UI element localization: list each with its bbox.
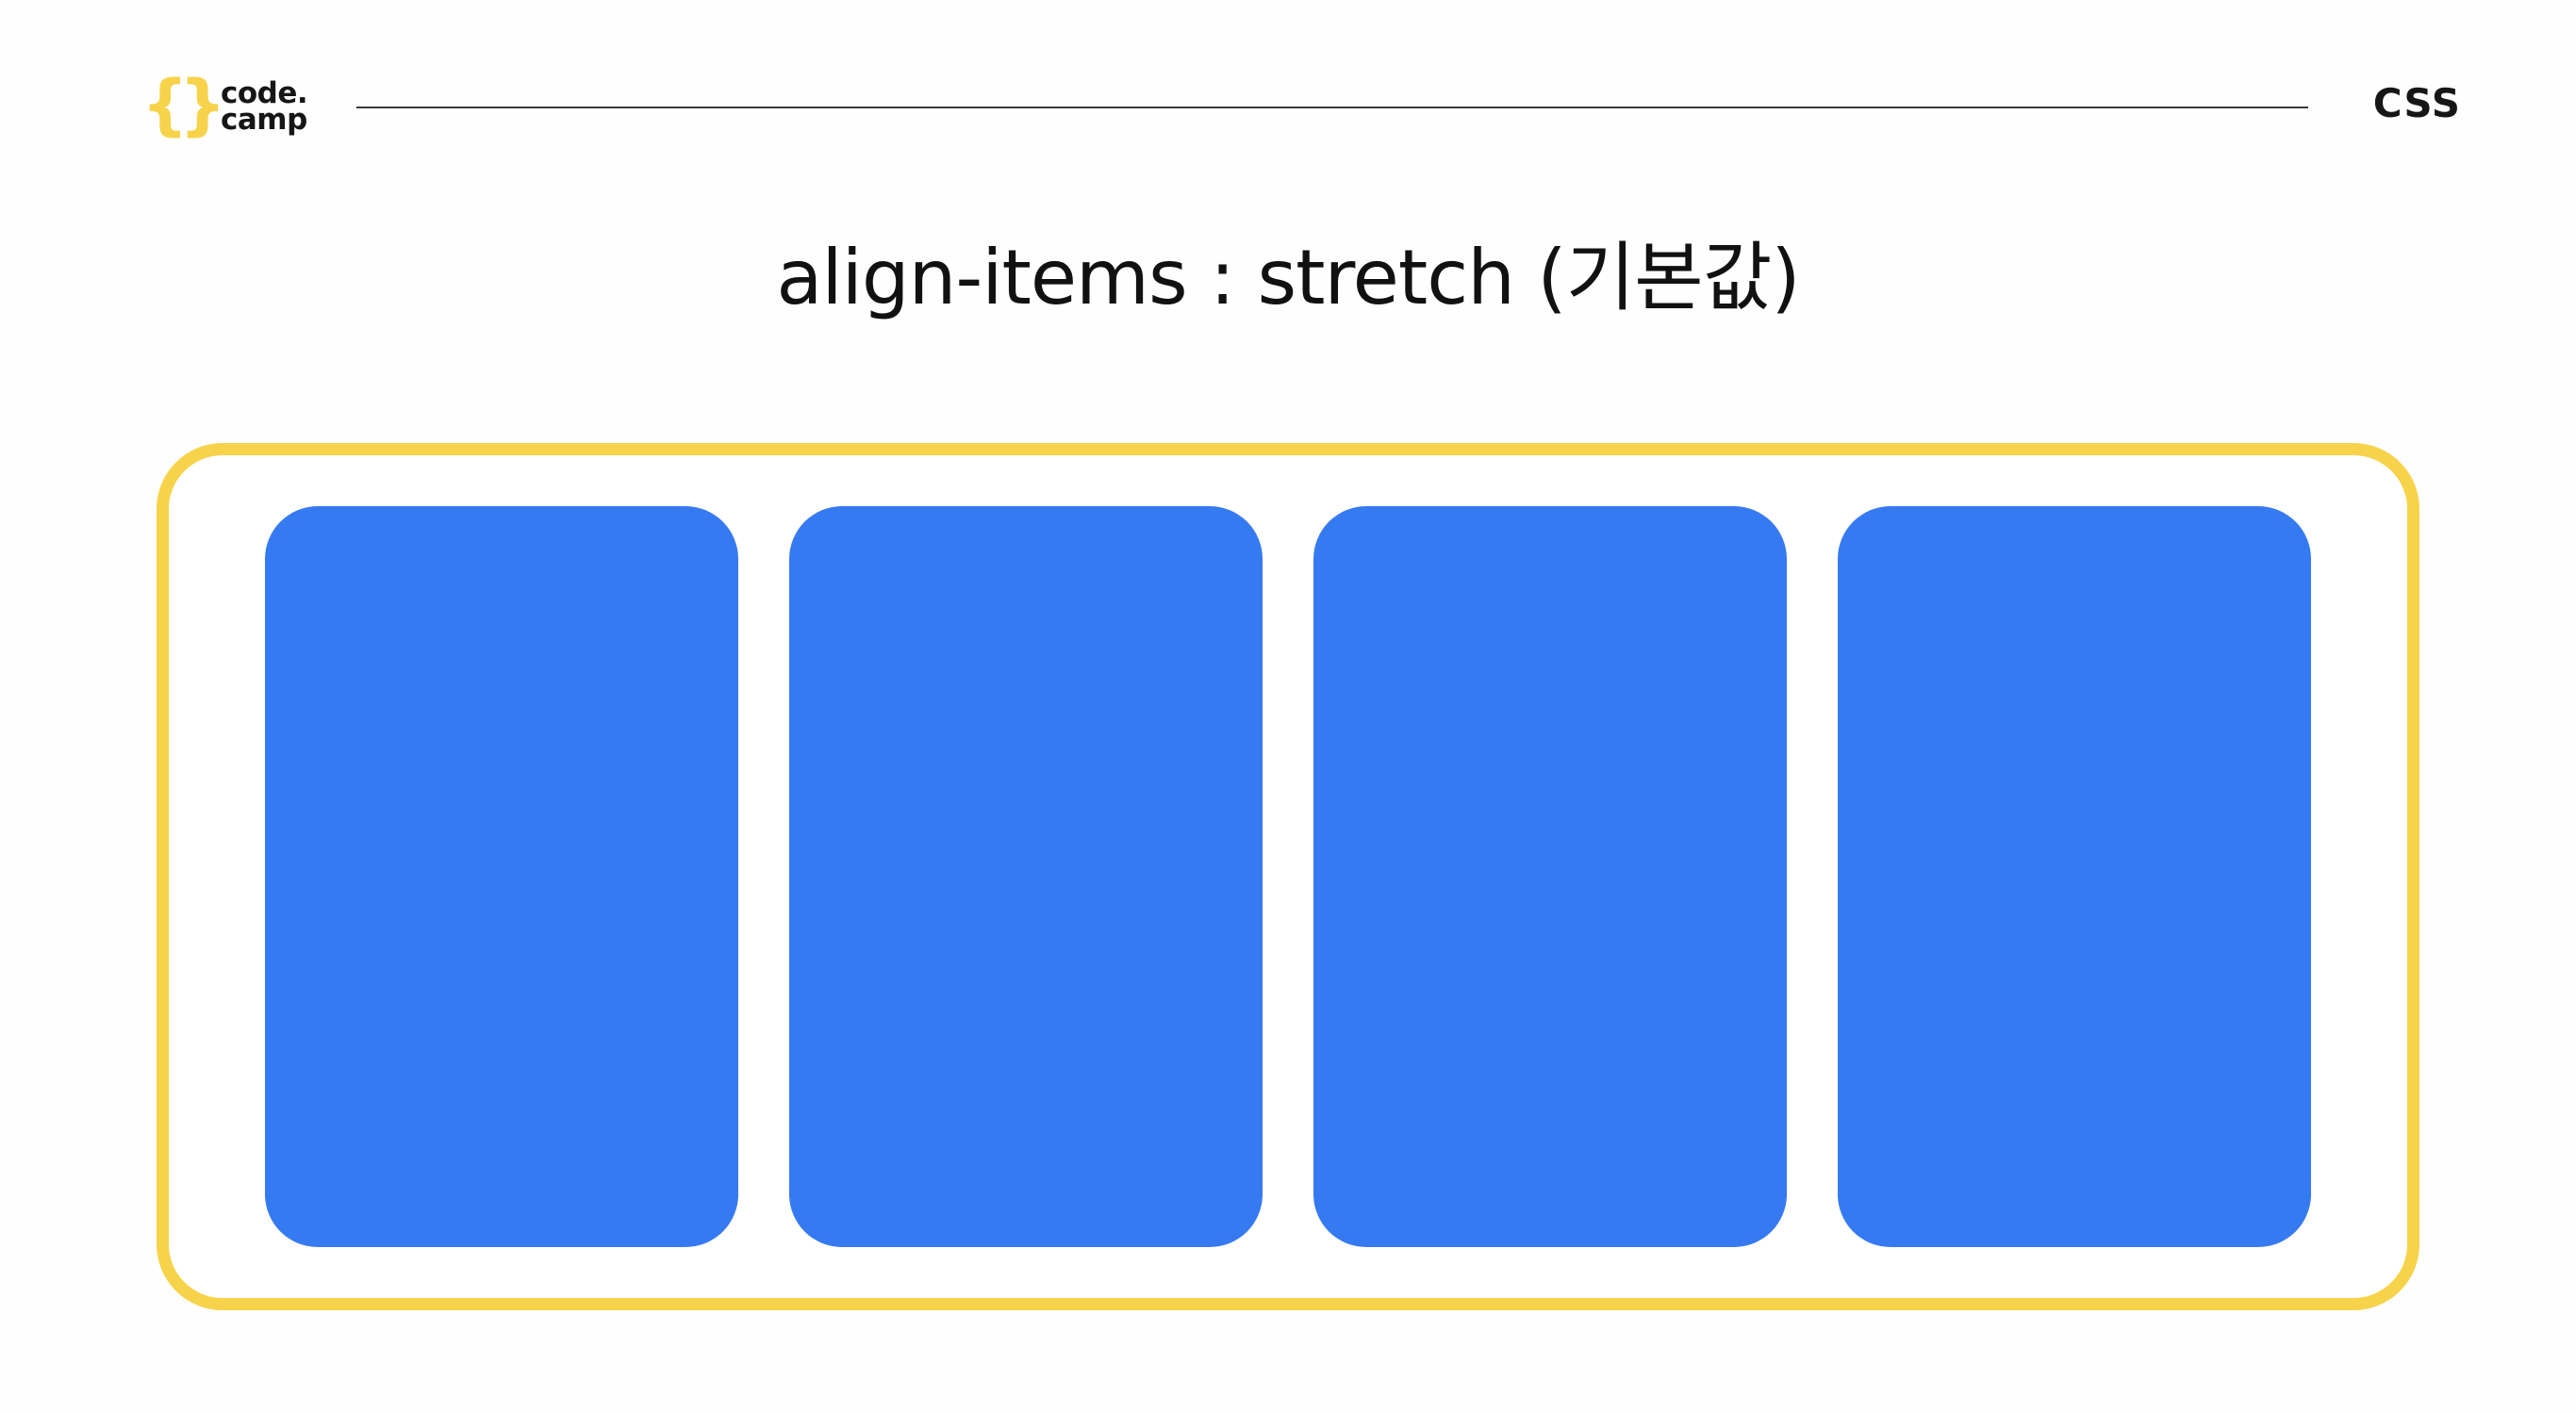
- course-label: CSS: [2372, 80, 2461, 126]
- flex-item-1: [265, 506, 738, 1247]
- codecamp-logo: { } code. camp: [141, 72, 308, 140]
- slide-title: align-items : stretch (기본값): [776, 234, 1800, 321]
- header-divider: [356, 107, 2308, 108]
- logo-text-line2: camp: [221, 103, 307, 137]
- logo-text: code. camp: [221, 79, 308, 137]
- logo-bracket-right: }: [179, 66, 226, 143]
- flex-container-demo: [157, 443, 2419, 1310]
- flex-item-4: [1838, 506, 2311, 1247]
- slide: { } code. camp CSS align-items : stretch…: [0, 0, 2576, 1413]
- flex-item-2: [789, 506, 1263, 1247]
- brackets-icon: { }: [141, 72, 226, 140]
- flex-item-3: [1313, 506, 1787, 1247]
